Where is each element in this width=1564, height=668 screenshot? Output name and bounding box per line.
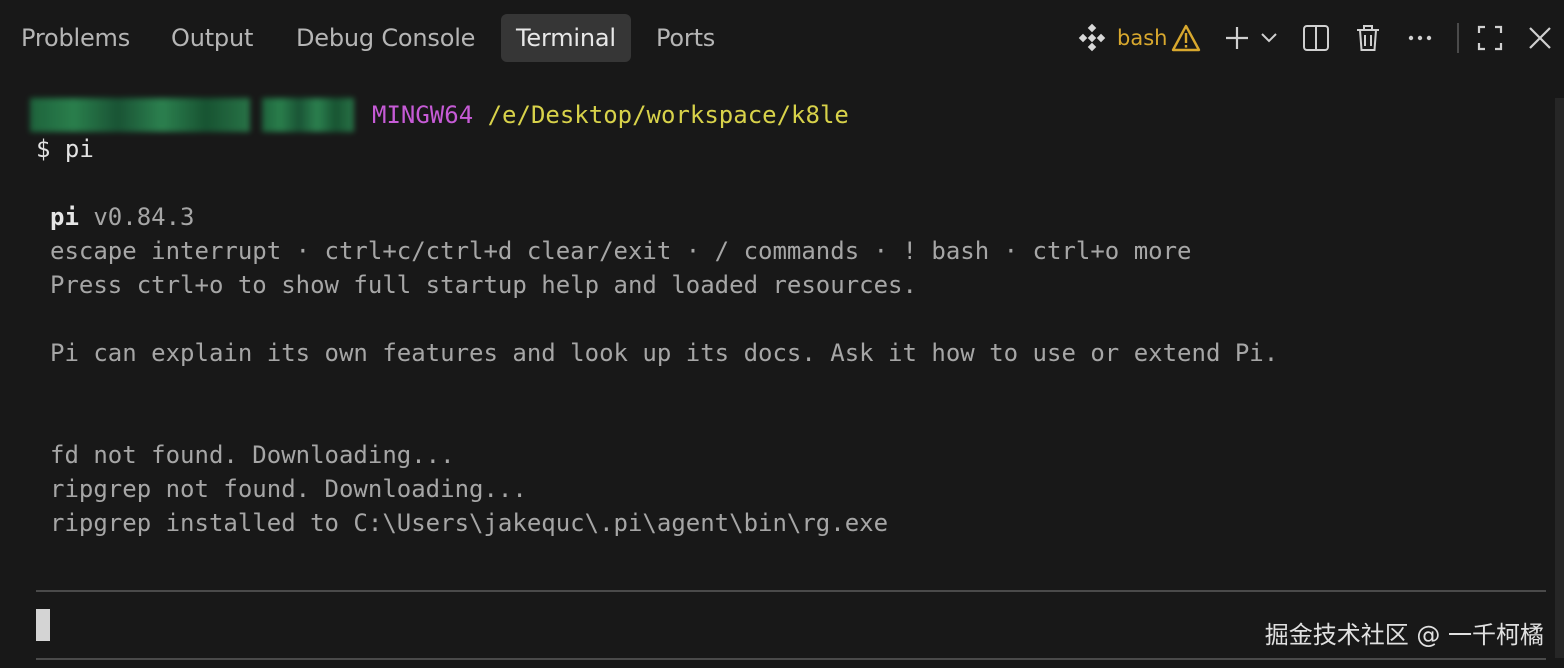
close-icon[interactable] xyxy=(1522,18,1558,58)
terminal-shell-icon[interactable] xyxy=(1074,18,1110,58)
maximize-icon[interactable] xyxy=(1472,18,1508,58)
prompt-line: $ pi xyxy=(36,132,94,166)
terminal-shell-label[interactable]: bash xyxy=(1117,18,1167,58)
ellipsis-icon[interactable] xyxy=(1402,18,1438,58)
redacted-hostname xyxy=(262,98,354,132)
plus-icon[interactable] xyxy=(1220,18,1254,58)
trash-icon[interactable] xyxy=(1350,18,1386,58)
app-name: pi xyxy=(50,203,79,231)
log-line: fd not found. Downloading... xyxy=(50,441,455,469)
tab-ports[interactable]: Ports xyxy=(656,14,715,62)
terminal-scrollbar[interactable] xyxy=(1555,98,1564,658)
prompt-host: MINGW64 xyxy=(372,101,474,129)
app-version: v0.84.3 xyxy=(93,203,195,231)
app-version-line: pi v0.84.3 xyxy=(50,200,195,234)
toolbar-divider xyxy=(1456,18,1460,58)
warning-icon[interactable] xyxy=(1169,18,1203,58)
prompt-path: /e/Desktop/workspace/k8le xyxy=(487,101,849,129)
panel-tab-bar: Problems Output Debug Console Terminal P… xyxy=(0,0,1564,78)
tab-problems[interactable]: Problems xyxy=(21,14,130,62)
tab-terminal[interactable]: Terminal xyxy=(501,14,631,62)
split-terminal-icon[interactable] xyxy=(1298,18,1334,58)
input-bottom-border xyxy=(36,658,1546,660)
tab-output[interactable]: Output xyxy=(171,14,253,62)
log-line: ripgrep installed to C:\Users\jakequc\.p… xyxy=(50,509,889,537)
tab-debug-console[interactable]: Debug Console xyxy=(296,14,475,62)
redacted-username xyxy=(30,98,250,132)
info-line: Pi can explain its own features and look… xyxy=(50,339,1279,367)
terminal-output[interactable]: MINGW64 /e/Desktop/workspace/k8le $ pi p… xyxy=(0,78,1564,668)
prompt-command: pi xyxy=(64,135,94,163)
prompt-host-path: MINGW64 /e/Desktop/workspace/k8le xyxy=(372,98,849,132)
input-top-border xyxy=(36,590,1546,592)
log-line: ripgrep not found. Downloading... xyxy=(50,475,527,503)
help-line: Press ctrl+o to show full startup help a… xyxy=(50,271,917,299)
chevron-down-icon[interactable] xyxy=(1258,18,1280,58)
watermark: 掘金技术社区 @ 一千柯橘 xyxy=(1264,621,1544,649)
hint-line: escape interrupt · ctrl+c/ctrl+d clear/e… xyxy=(50,237,1192,265)
prompt-symbol: $ xyxy=(36,135,51,163)
text-cursor[interactable] xyxy=(36,609,50,641)
